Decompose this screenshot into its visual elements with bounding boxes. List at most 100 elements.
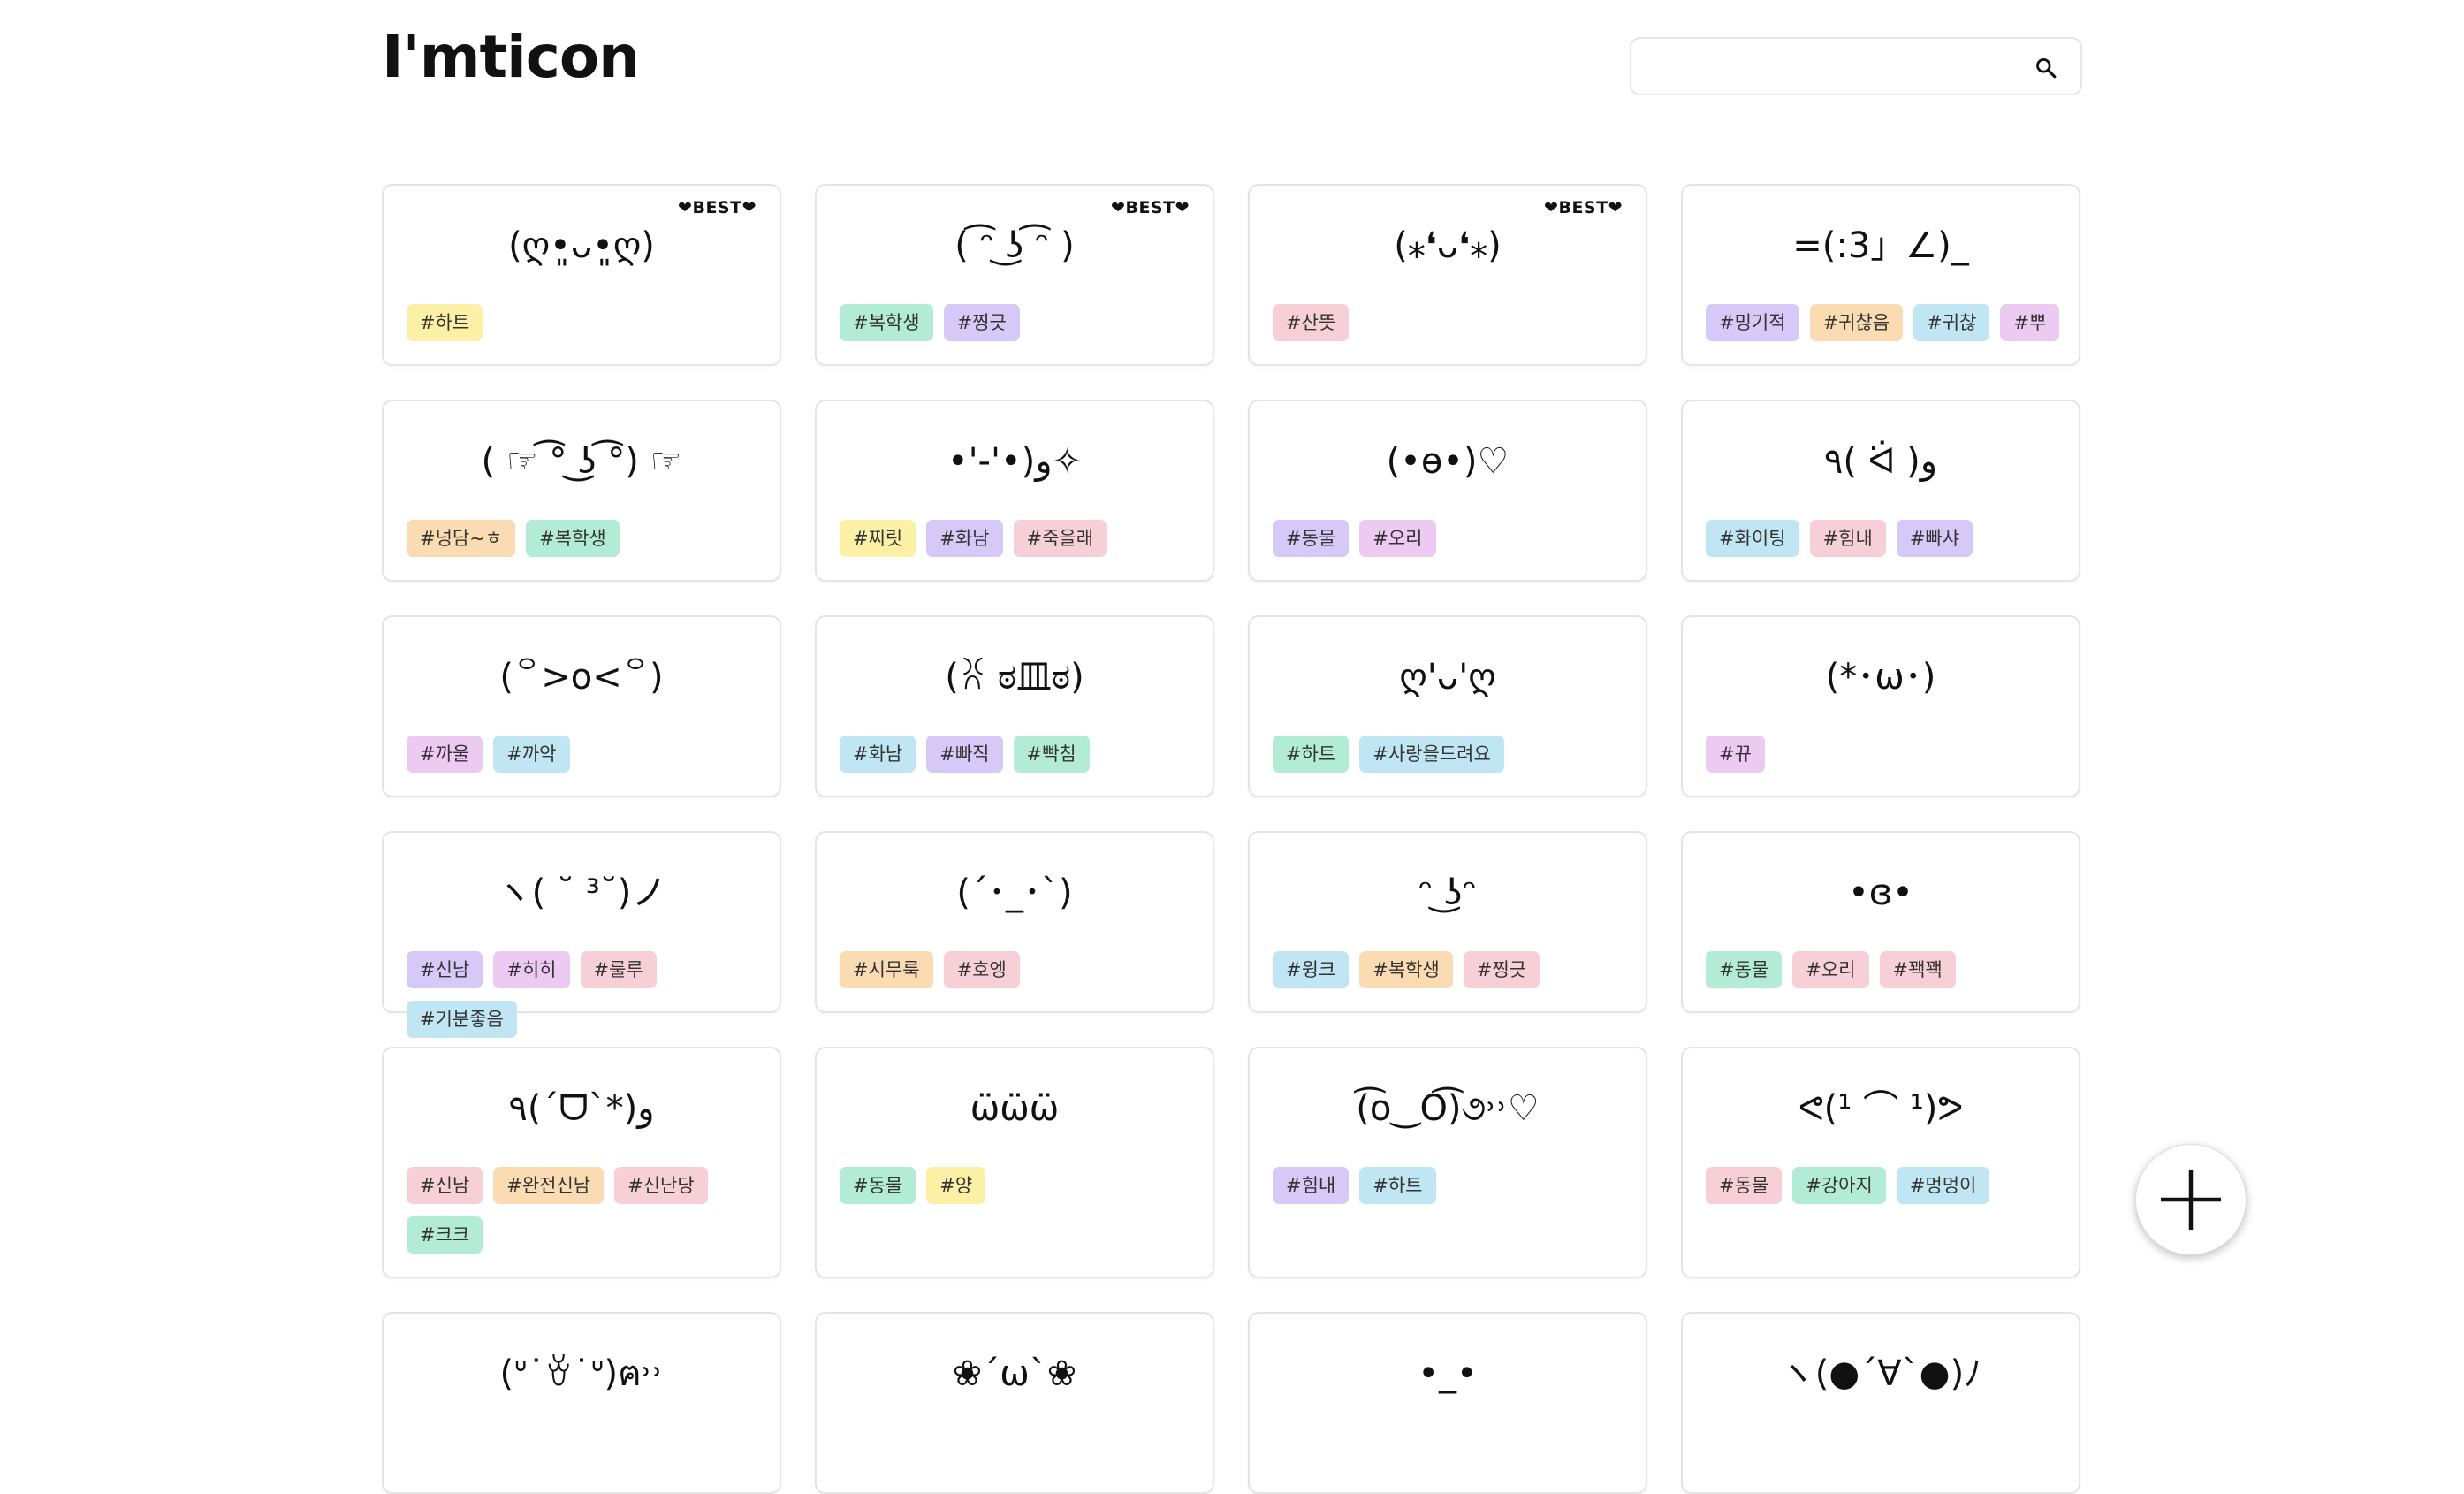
emoticon-text[interactable]: =(:3」∠)_ [1683,221,2079,271]
tag-chip[interactable]: #귀찮음 [1809,304,1904,341]
tag-chip[interactable]: #뿌 [2000,304,2060,341]
emoticon-card[interactable]: ω̈ω̈ω̈ #동물 #양 [815,1047,1214,1278]
emoticon-card[interactable]: ღ'ᴗ'ღ #하트 #사랑을드려요 [1248,615,1647,797]
emoticon-card[interactable]: =(:3」∠)_ #밍기적 #귀찮음 #귀찮 #뿌 [1681,184,2080,366]
app-title[interactable]: I'mticon [382,23,640,91]
tag-chip[interactable]: #하트 [1359,1167,1436,1204]
emoticon-card[interactable]: ❀´ω`❀ [815,1312,1214,1494]
tag-chip[interactable]: #화이팅 [1706,520,1799,557]
emoticon-text[interactable]: (ꐦ ಠ皿ಠ) [817,652,1213,702]
tag-chip[interactable]: #완전신남 [493,1167,605,1204]
emoticon-card[interactable]: (*･ω･) #뀨 [1681,615,2080,797]
tag-chip[interactable]: #룰루 [580,951,657,988]
emoticon-text[interactable]: ᵔ ͜ʖᵔ [1250,868,1646,918]
emoticon-text[interactable]: ω̈ω̈ω̈ [817,1084,1213,1133]
tag-chip[interactable]: #귀찮 [1913,304,1990,341]
tag-chip[interactable]: #신남 [407,1167,483,1204]
emoticon-card[interactable]: ( ☞ ͡° ͜ʖ ͡°) ☞ #넝담~ㅎ #복학생 [382,400,781,582]
tag-chip[interactable]: #기분좋음 [407,1001,517,1038]
tag-chip[interactable]: #신남 [407,951,483,988]
tag-chip[interactable]: #윙크 [1273,951,1350,988]
emoticon-text[interactable]: ( ͡ᵔ ͜ʖ ͡ᵔ ) [817,221,1213,271]
emoticon-card[interactable]: •'-'•)و✧ #찌릿 #화남 #죽을래 [815,400,1214,582]
tag-chip[interactable]: #하트 [1273,736,1350,773]
tag-chip[interactable]: #넝담~ㅎ [407,520,516,557]
search-box[interactable] [1630,37,2082,95]
tag-chip[interactable]: #찌릿 [840,520,916,557]
tag-chip[interactable]: #죽을래 [1013,520,1107,557]
emoticon-card[interactable]: •_• [1248,1312,1647,1494]
emoticon-text[interactable]: ٩( ᐛ )و [1683,437,2079,486]
tag-chip[interactable]: #까악 [493,736,570,773]
emoticon-text[interactable]: (ᐡ˙ꈊ˙ᐡ)ฅ˒˒ [384,1349,780,1399]
tag-chip[interactable]: #힘내 [1809,520,1886,557]
emoticon-text[interactable]: ❀´ω`❀ [817,1349,1213,1399]
search-input[interactable] [1631,39,2047,94]
emoticon-text[interactable]: (*･ω･) [1683,652,2079,702]
tag-chip[interactable]: #화남 [926,520,1003,557]
tag-chip[interactable]: #복학생 [526,520,620,557]
emoticon-text[interactable]: (•ɵ•)♡ [1250,437,1646,486]
emoticon-card[interactable]: •ɞ• #동물 #오리 #꽥꽥 [1681,831,2080,1013]
tag-chip[interactable]: #꽥꽥 [1879,951,1956,988]
emoticon-text[interactable]: ٩(´ᗜ`*)و [384,1084,780,1133]
emoticon-card[interactable]: ヽ(●´∀`●)ﾉ [1681,1312,2080,1494]
emoticon-text[interactable]: ヽ( ˘ ³˘)ノ [384,868,780,918]
emoticon-card[interactable]: ᕙ(¹ ⌒ ¹)ᕗ #동물 #강아지 #멍멍이 [1681,1047,2080,1278]
tag-chip[interactable]: #찡긋 [943,304,1020,341]
emoticon-card[interactable]: (͡o‿O͡)૭˒˒♡ #힘내 #하트 [1248,1047,1647,1278]
emoticon-text[interactable]: (ღ•͈ᴗ•͈ღ) [384,221,780,271]
tag-chip[interactable]: #뀨 [1706,736,1765,773]
emoticon-text[interactable]: ღ'ᴗ'ღ [1250,652,1646,702]
emoticon-text[interactable]: (⁎❛ᴗ❛⁎) [1250,221,1646,271]
tag-chip[interactable]: #크크 [407,1216,483,1254]
emoticon-card[interactable]: ヽ( ˘ ³˘)ノ #신남 #히히 #룰루 #기분좋음 [382,831,781,1038]
tag-chip[interactable]: #복학생 [840,304,933,341]
emoticon-card[interactable]: ❤BEST❤ (ღ•͈ᴗ•͈ღ) #하트 [382,184,781,366]
emoticon-card[interactable]: (´･_･`) #시무룩 #호엥 [815,831,1214,1013]
tag-chip[interactable]: #멍멍이 [1896,1167,1990,1204]
emoticon-card[interactable]: (ꐦ ಠ皿ಠ) #화남 #빠직 #빡침 [815,615,1214,797]
tag-chip[interactable]: #사랑을드려요 [1359,736,1504,773]
emoticon-text[interactable]: (꒪>o<꒪) [384,652,780,702]
emoticon-text[interactable]: ヽ(●´∀`●)ﾉ [1683,1349,2079,1399]
tag-chip[interactable]: #빠직 [926,736,1003,773]
tag-chip[interactable]: #신난당 [614,1167,708,1204]
emoticon-text[interactable]: (´･_･`) [817,868,1213,918]
emoticon-card[interactable]: ᵔ ͜ʖᵔ #윙크 #복학생 #찡긋 [1248,831,1647,1013]
emoticon-text[interactable]: ( ☞ ͡° ͜ʖ ͡°) ☞ [384,437,780,486]
tag-chip[interactable]: #동물 [1706,1167,1783,1204]
tag-chip[interactable]: #동물 [840,1167,916,1204]
tag-chip[interactable]: #하트 [407,304,483,341]
emoticon-card[interactable]: ٩(´ᗜ`*)و #신남 #완전신남 #신난당 #크크 [382,1047,781,1278]
tag-chip[interactable]: #호엥 [943,951,1020,988]
add-emoticon-button[interactable] [2135,1144,2247,1255]
tag-chip[interactable]: #강아지 [1792,1167,1886,1204]
tag-chip[interactable]: #산뜻 [1273,304,1350,341]
tag-chip[interactable]: #히히 [493,951,570,988]
tag-chip[interactable]: #빡침 [1013,736,1090,773]
emoticon-card[interactable]: ❤BEST❤ (⁎❛ᴗ❛⁎) #산뜻 [1248,184,1647,366]
tag-chip[interactable]: #밍기적 [1706,304,1799,341]
emoticon-card[interactable]: (•ɵ•)♡ #동물 #오리 [1248,400,1647,582]
tag-chip[interactable]: #까울 [407,736,483,773]
emoticon-text[interactable]: •ɞ• [1683,868,2079,918]
tag-chip[interactable]: #동물 [1706,951,1783,988]
emoticon-card[interactable]: (꒪>o<꒪) #까울 #까악 [382,615,781,797]
tag-chip[interactable]: #오리 [1792,951,1869,988]
emoticon-card[interactable]: (ᐡ˙ꈊ˙ᐡ)ฅ˒˒ [382,1312,781,1494]
search-icon[interactable] [2034,57,2057,80]
emoticon-text[interactable]: ᕙ(¹ ⌒ ¹)ᕗ [1683,1084,2079,1133]
emoticon-card[interactable]: ٩( ᐛ )و #화이팅 #힘내 #빠샤 [1681,400,2080,582]
tag-chip[interactable]: #시무룩 [840,951,933,988]
tag-chip[interactable]: #찡긋 [1463,951,1540,988]
tag-chip[interactable]: #양 [926,1167,986,1204]
emoticon-card[interactable]: ❤BEST❤ ( ͡ᵔ ͜ʖ ͡ᵔ ) #복학생 #찡긋 [815,184,1214,366]
emoticon-text[interactable]: •_• [1250,1349,1646,1399]
tag-chip[interactable]: #힘내 [1273,1167,1350,1204]
tag-chip[interactable]: #오리 [1359,520,1436,557]
tag-chip[interactable]: #화남 [840,736,916,773]
emoticon-text[interactable]: •'-'•)و✧ [817,437,1213,486]
tag-chip[interactable]: #동물 [1273,520,1350,557]
tag-chip[interactable]: #빠샤 [1896,520,1973,557]
